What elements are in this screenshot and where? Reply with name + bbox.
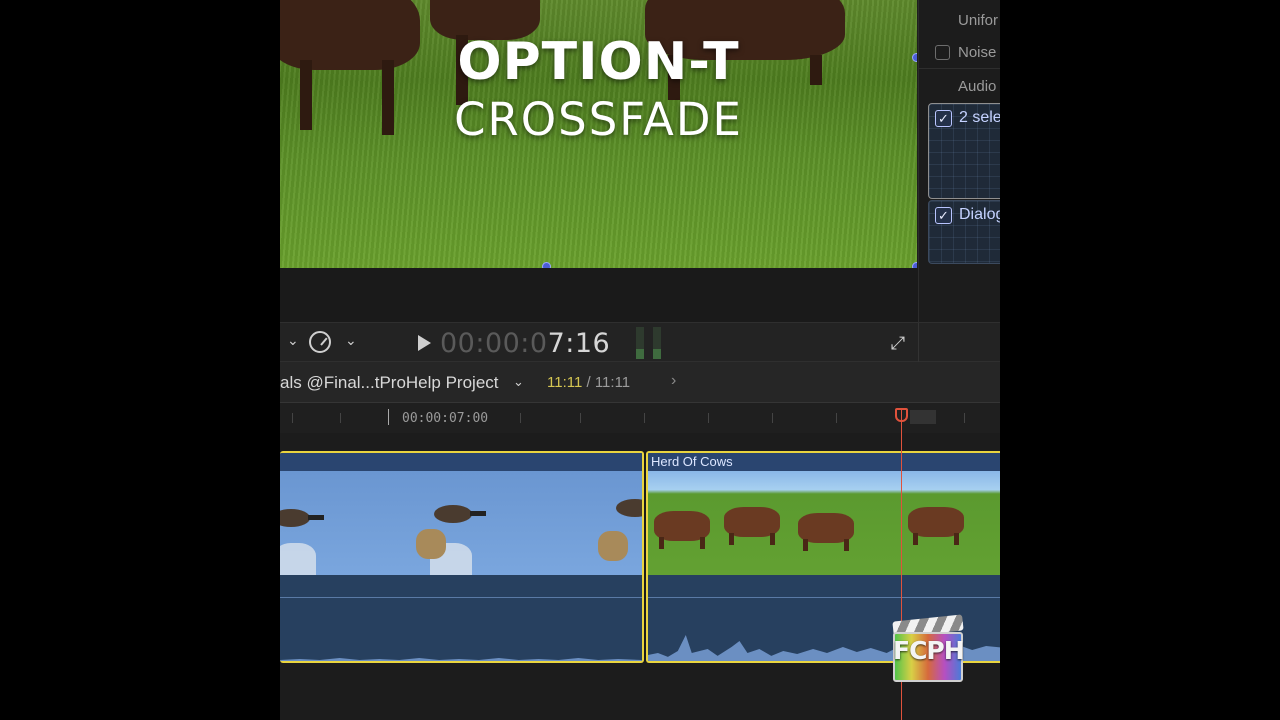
audio-section-label: Audio bbox=[958, 78, 997, 95]
timecode-dim: 00:00:0 bbox=[440, 328, 548, 359]
audio-level-line bbox=[648, 597, 1000, 598]
ruler-timecode-label: 00:00:07:00 bbox=[402, 411, 489, 426]
inspector-divider bbox=[919, 68, 1000, 69]
playhead-handle[interactable] bbox=[895, 408, 908, 422]
clip-thumbnails bbox=[648, 471, 1000, 575]
role-box-dialogue[interactable]: ✓ Dialog bbox=[928, 200, 1000, 264]
timeline-header: als @Final...tProHelp Project ⌄ 11:11 / … bbox=[280, 362, 1000, 403]
duration-current: 11:11 bbox=[547, 374, 583, 391]
chevron-down-icon[interactable]: ⌄ bbox=[345, 332, 357, 349]
play-icon[interactable] bbox=[418, 335, 431, 351]
retime-speed-icon[interactable] bbox=[309, 331, 331, 353]
cow-thumb-legs bbox=[729, 533, 775, 545]
inspector-row-uniform: Unifor bbox=[958, 12, 999, 29]
role-label-dialogue: Dialog bbox=[959, 206, 1000, 223]
chevron-right-icon[interactable]: › bbox=[671, 372, 676, 390]
timecode-bright: 7:16 bbox=[547, 328, 611, 359]
logo-text: FCPH bbox=[893, 636, 965, 665]
ruler-tick bbox=[340, 413, 341, 423]
title-overlay: OPTION-T CROSSFADE bbox=[280, 32, 917, 148]
audio-level-line bbox=[280, 597, 642, 598]
bird-thumb bbox=[616, 499, 642, 517]
ruler-tick bbox=[292, 413, 293, 423]
cow-thumb-legs bbox=[803, 539, 849, 551]
ruler-tick bbox=[580, 413, 581, 423]
ruler-tick bbox=[520, 413, 521, 423]
bird-thumb bbox=[280, 509, 324, 527]
title-line-2: CROSSFADE bbox=[454, 93, 743, 146]
cow-thumb-legs bbox=[659, 537, 705, 549]
role-checkbox[interactable]: ✓ bbox=[935, 110, 952, 127]
viewer-background bbox=[280, 268, 918, 322]
cow-thumb-legs bbox=[913, 533, 959, 545]
clip-name: Herd Of Cows bbox=[651, 454, 733, 469]
audio-meter-left bbox=[636, 327, 644, 359]
ruler-tick bbox=[708, 413, 709, 423]
timeline-body[interactable]: Herd Of Cows bbox=[280, 433, 1000, 720]
skimmer-marker bbox=[910, 410, 936, 424]
role-checkbox[interactable]: ✓ bbox=[935, 207, 952, 224]
timecode-display[interactable]: 00:00:07:16 bbox=[440, 328, 610, 359]
viewer[interactable]: OPTION-T CROSSFADE bbox=[280, 0, 917, 268]
title-line-1: OPTION-T bbox=[457, 32, 740, 92]
role-box-selected[interactable]: ✓ 2 sele bbox=[928, 103, 1000, 199]
transport-divider bbox=[918, 323, 919, 363]
transport-bar: ⌄ ⌄ 00:00:07:16 ⤢ bbox=[280, 322, 1000, 363]
clip-birds[interactable] bbox=[280, 451, 644, 663]
cork-thumb bbox=[598, 531, 628, 561]
clip-header bbox=[280, 453, 642, 471]
inspector-row-noise: Noise bbox=[958, 44, 997, 61]
project-name[interactable]: als @Final...tProHelp Project bbox=[280, 373, 499, 393]
duration-total: 11:11 bbox=[594, 374, 631, 391]
chevron-down-icon[interactable]: ⌄ bbox=[287, 332, 299, 349]
ruler-tick bbox=[772, 413, 773, 423]
transform-handle-right[interactable] bbox=[912, 53, 917, 62]
chevron-down-icon[interactable]: ⌄ bbox=[513, 374, 524, 390]
audio-meter-right bbox=[653, 327, 661, 359]
duration-separator: / bbox=[582, 374, 595, 391]
audio-inspector: Unifor Noise Audio ✓ 2 sele ✓ Dialog bbox=[918, 0, 1000, 322]
clip-thumbnails bbox=[280, 471, 642, 575]
ruler-tick bbox=[964, 413, 965, 423]
ruler-tick bbox=[836, 413, 837, 423]
project-duration: 11:11 / 11:11 bbox=[547, 374, 630, 391]
ruler-major-tick bbox=[388, 409, 389, 425]
cork-thumb bbox=[416, 529, 446, 559]
ruler-tick bbox=[644, 413, 645, 423]
bottle-thumb bbox=[280, 543, 316, 575]
noise-checkbox[interactable] bbox=[935, 45, 950, 60]
fcp-window: OPTION-T CROSSFADE Unifor Noise Audio ✓ … bbox=[280, 0, 1000, 720]
clip-header: Herd Of Cows bbox=[648, 453, 1000, 471]
audio-waveform bbox=[280, 658, 642, 661]
fcph-logo: FCPH bbox=[892, 614, 965, 682]
fullscreen-icon[interactable]: ⤢ bbox=[888, 333, 908, 353]
timeline-ruler[interactable]: 00:00:07:00 bbox=[280, 403, 1000, 433]
role-label-selected: 2 sele bbox=[959, 109, 1000, 126]
clip-audio-waveform bbox=[280, 575, 642, 661]
bird-thumb bbox=[434, 505, 486, 523]
